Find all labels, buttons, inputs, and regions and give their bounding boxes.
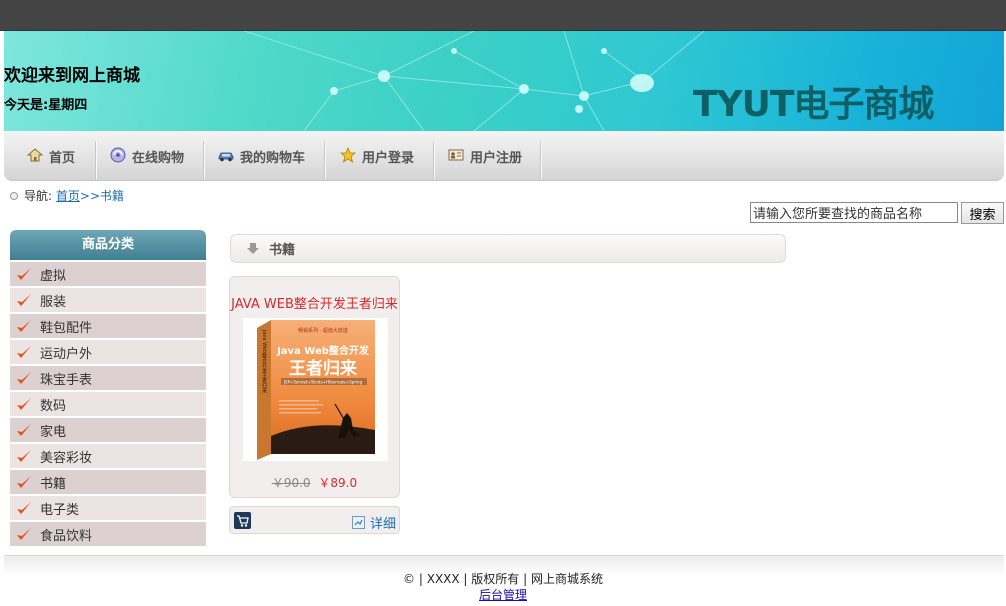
original-price: ￥90.0 <box>271 476 311 490</box>
page: 欢迎来到网上商城 今天是:星期四 TYUT电子商城 首页 在线购物 我的购物车 <box>0 0 1006 606</box>
search-input[interactable] <box>750 202 958 223</box>
book-subtitle: JSP+Servlet+Struts+Hibernate+Spring <box>283 380 363 385</box>
category-label: 电子类 <box>40 502 80 518</box>
checkmark-icon <box>16 500 32 516</box>
category-title: 商品分类 <box>10 230 206 260</box>
site-brand: TYUT电子商城 <box>693 84 934 125</box>
category-label: 食品饮料 <box>40 528 93 544</box>
category-label: 虚拟 <box>40 268 67 284</box>
breadcrumb: 导航: 首页 >> 书籍 <box>10 187 124 204</box>
category-item[interactable]: 鞋包配件 <box>10 314 206 340</box>
nav-divider <box>540 141 542 179</box>
nav-home-label: 首页 <box>49 151 76 166</box>
copyright-text: © | XXXX | 版权所有 | 网上商城系统 <box>403 572 603 586</box>
book-title-line2: 王者归来 <box>289 358 358 379</box>
checkmark-icon <box>16 396 32 412</box>
breadcrumb-separator: >> <box>79 188 100 203</box>
nav-divider <box>95 141 97 179</box>
product-actions: 详细 <box>229 506 400 534</box>
admin-link[interactable]: 后台管理 <box>479 588 527 602</box>
book-title-line1: Java Web整合开发 <box>276 344 370 357</box>
category-item[interactable]: 珠宝手表 <box>10 366 206 392</box>
category-label: 珠宝手表 <box>40 372 93 388</box>
category-item[interactable]: 美容彩妆 <box>10 444 206 470</box>
category-label: 服装 <box>40 294 67 310</box>
home-icon <box>26 147 44 163</box>
arrow-down-icon <box>247 242 259 255</box>
detail-label: 详细 <box>370 517 397 532</box>
car-icon <box>218 147 234 163</box>
add-to-cart-icon[interactable] <box>234 512 251 529</box>
product-title[interactable]: JAVA WEB整合开发王者归来 <box>230 293 399 312</box>
id-card-icon <box>448 147 464 163</box>
checkmark-icon <box>16 526 32 542</box>
category-item[interactable]: 电子类 <box>10 496 206 522</box>
nav-divider <box>203 141 205 179</box>
main-nav: 首页 在线购物 我的购物车 用户登录 用户注册 <box>4 131 1004 181</box>
admin-link-container: 后台管理 <box>0 586 1006 603</box>
section-header: 书籍 <box>230 234 786 263</box>
top-bar <box>0 0 1006 31</box>
checkmark-icon <box>16 344 32 360</box>
category-list: 虚拟服装鞋包配件运动户外珠宝手表数码家电美容彩妆书籍电子类食品饮料 <box>10 262 206 548</box>
detail-link[interactable]: 详细 <box>352 513 396 532</box>
category-item[interactable]: 书籍 <box>10 470 206 496</box>
category-label: 美容彩妆 <box>40 450 93 466</box>
nav-shopping-label: 在线购物 <box>132 151 185 166</box>
category-label: 鞋包配件 <box>40 320 93 336</box>
category-item[interactable]: 虚拟 <box>10 262 206 288</box>
header-banner: 欢迎来到网上商城 今天是:星期四 TYUT电子商城 <box>4 31 1004 131</box>
breadcrumb-prefix: 导航: <box>24 189 53 203</box>
nav-divider <box>433 141 435 179</box>
nav-divider <box>324 141 326 179</box>
category-label: 数码 <box>40 398 67 414</box>
nav-register-label: 用户注册 <box>470 151 523 166</box>
checkmark-icon <box>16 474 32 490</box>
category-label: 运动户外 <box>40 346 93 362</box>
category-label: 家电 <box>40 424 67 440</box>
product-price: ￥90.0 ￥89.0 <box>230 474 399 491</box>
shopping-icon <box>110 147 126 163</box>
product-card: JAVA WEB整合开发王者归来 畅销系列 · 超值大放送 Java Web整合… <box>229 276 400 498</box>
category-item[interactable]: 服装 <box>10 288 206 314</box>
book-spine-text: Java Web整合开发王者归来 <box>261 329 267 394</box>
book-series-text: 畅销系列 · 超值大放送 <box>298 327 348 334</box>
category-item[interactable]: 食品饮料 <box>10 522 206 548</box>
nav-cart-label: 我的购物车 <box>240 151 306 166</box>
checkmark-icon <box>16 266 32 282</box>
nav-register[interactable]: 用户注册 <box>448 141 522 179</box>
checkmark-icon <box>16 422 32 438</box>
breadcrumb-home-link[interactable]: 首页 <box>56 187 80 204</box>
breadcrumb-current: 书籍 <box>100 189 125 203</box>
nav-home[interactable]: 首页 <box>26 141 76 179</box>
sale-price: ￥89.0 <box>318 476 358 490</box>
category-label: 书籍 <box>40 476 67 492</box>
category-item[interactable]: 数码 <box>10 392 206 418</box>
nav-login[interactable]: 用户登录 <box>339 141 415 179</box>
bullet-icon <box>10 191 18 200</box>
checkmark-icon <box>16 448 32 464</box>
nav-login-label: 用户登录 <box>362 151 415 166</box>
zoom-icon <box>352 516 365 529</box>
product-image[interactable]: 畅销系列 · 超值大放送 Java Web整合开发 王者归来 JSP+Servl… <box>243 318 388 461</box>
search-button[interactable]: 搜索 <box>961 202 1004 224</box>
star-icon <box>339 146 357 163</box>
nav-shopping[interactable]: 在线购物 <box>110 141 184 179</box>
checkmark-icon <box>16 318 32 334</box>
category-item[interactable]: 运动户外 <box>10 340 206 366</box>
section-title: 书籍 <box>269 243 296 258</box>
checkmark-icon <box>16 292 32 308</box>
category-item[interactable]: 家电 <box>10 418 206 444</box>
checkmark-icon <box>16 370 32 386</box>
welcome-text: 欢迎来到网上商城 <box>4 66 140 86</box>
date-text: 今天是:星期四 <box>4 98 88 113</box>
nav-cart[interactable]: 我的购物车 <box>218 141 305 179</box>
